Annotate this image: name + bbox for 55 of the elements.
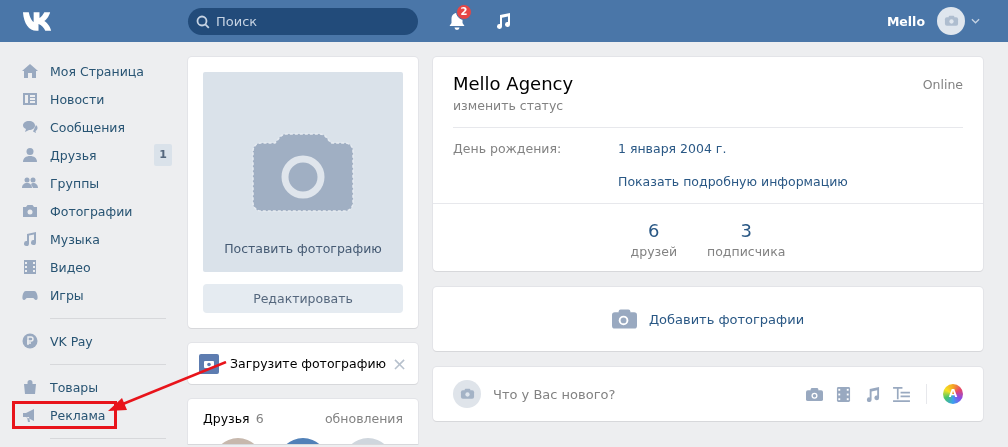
shopping-bag-icon (22, 379, 38, 395)
upload-photo-link[interactable]: Загрузите фотографию (230, 356, 387, 371)
ruble-icon (22, 333, 38, 349)
film-icon[interactable] (835, 386, 852, 402)
photo-placeholder[interactable]: Поставить фотографию (203, 72, 403, 272)
sidebar-item[interactable]: Друзья 1 (12, 141, 176, 169)
search-icon (196, 14, 210, 29)
chat-bubbles-icon (22, 119, 38, 135)
user-name[interactable]: Mello (886, 13, 925, 29)
caret-icon[interactable] (971, 18, 980, 24)
info-label: День рождения: (453, 141, 563, 156)
text-format-icon[interactable] (893, 386, 910, 402)
online-status: Online (922, 77, 963, 94)
show-details-link[interactable]: Показать подробную информацию (618, 174, 848, 189)
sidebar-item[interactable]: Игры (12, 281, 176, 309)
edit-button[interactable]: Редактировать (203, 284, 403, 313)
count-badge: 1 (154, 144, 172, 166)
sidebar-item[interactable]: Группы (12, 169, 176, 197)
sidebar-item[interactable]: Музыка (12, 225, 176, 253)
people-icon (22, 175, 38, 191)
film-icon (22, 259, 38, 275)
change-status-link[interactable]: изменить статус (453, 98, 574, 113)
camera-icon[interactable] (806, 386, 823, 402)
sidebar-item[interactable]: Новости (12, 85, 176, 113)
friends-count: 6 (255, 411, 264, 426)
sidebar-item[interactable]: Товары (12, 373, 176, 401)
updates-link[interactable]: обновления (324, 411, 403, 426)
sidebar-item[interactable]: Фотографии (12, 197, 176, 225)
friends-title[interactable]: Друзья (203, 411, 250, 426)
search-field[interactable]: Поиск (188, 7, 418, 35)
music-note-icon[interactable] (864, 386, 881, 402)
music-note-icon (22, 231, 38, 247)
person-icon (22, 147, 38, 163)
music-note-icon[interactable] (494, 12, 512, 30)
sidebar-item[interactable]: Видео (12, 253, 176, 281)
add-photos-link[interactable]: Добавить фотографии (648, 311, 805, 327)
counter-label[interactable]: подписчика (707, 244, 786, 259)
notification-count: 2 (456, 4, 472, 20)
counter-value[interactable]: 3 (740, 220, 752, 241)
camera-icon (611, 309, 637, 329)
info-value: 1 января 2004 г. (618, 141, 727, 156)
sidebar-item[interactable]: VK Pay (12, 327, 176, 355)
newspaper-icon (22, 91, 38, 107)
avatar-placeholder[interactable] (937, 7, 965, 35)
camera-icon (249, 133, 357, 215)
sidebar-item[interactable]: Сообщения (12, 113, 176, 141)
counter-value[interactable]: 6 (648, 220, 660, 241)
photo-caption: Поставить фотографию (224, 241, 382, 256)
avatar-placeholder (453, 380, 481, 408)
profile-name: Mello Agency (453, 73, 574, 95)
camera-icon (22, 203, 38, 219)
counter-label[interactable]: друзей (630, 244, 678, 259)
sidebar-item[interactable]: Реклама (12, 401, 117, 429)
sidebar-item[interactable]: Моя Страница (12, 57, 176, 85)
home-icon (22, 63, 38, 79)
